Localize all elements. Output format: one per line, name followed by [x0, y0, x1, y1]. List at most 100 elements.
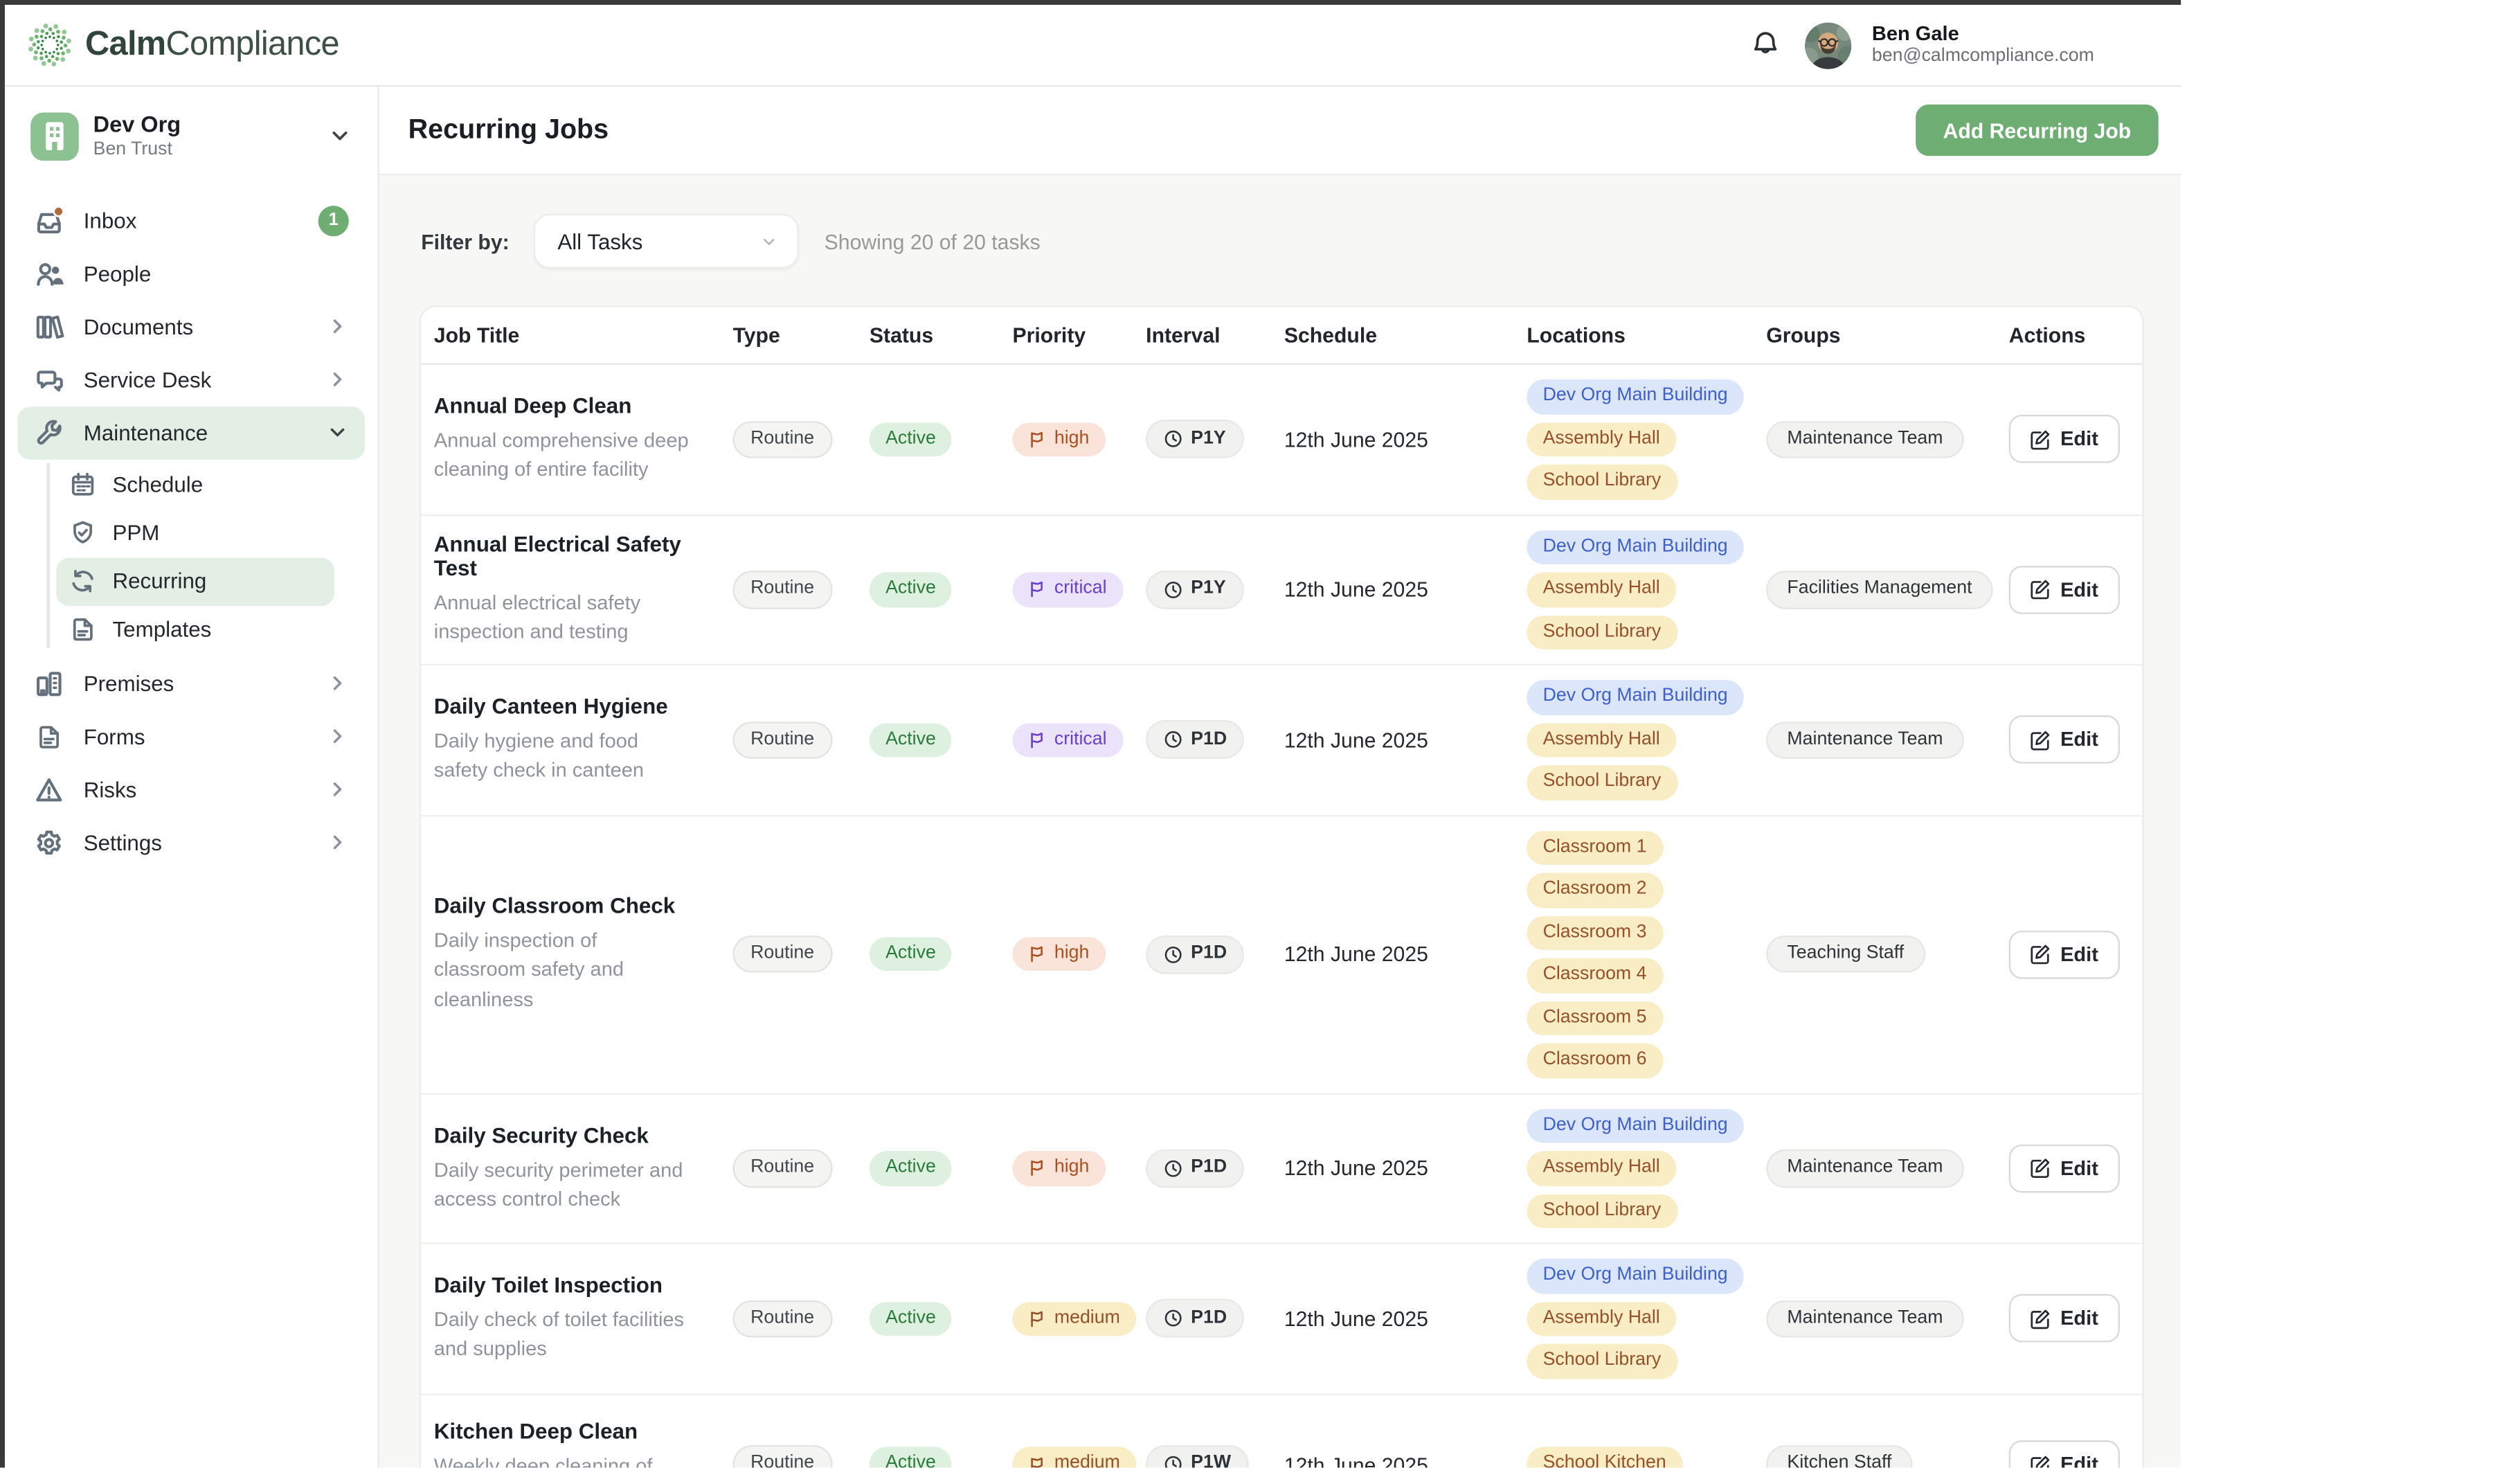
type-cell: Routine [720, 1446, 856, 1468]
sidebar-item-forms[interactable]: Forms [18, 710, 365, 763]
type-cell: Routine [720, 420, 856, 458]
location-pill: Classroom 1 [1527, 830, 1662, 865]
edit-button[interactable]: Edit [2009, 1294, 2119, 1343]
edit-button[interactable]: Edit [2009, 1440, 2119, 1468]
table-header-row: Job TitleTypeStatusPriorityIntervalSched… [421, 307, 2142, 365]
location-pill: School Kitchen [1527, 1447, 1682, 1468]
brand-name: CalmCompliance [85, 26, 339, 64]
job-title: Daily Classroom Check [434, 894, 708, 918]
groups-cell: Facilities Management [1754, 571, 1997, 609]
sidebar-item-label: PPM [113, 521, 160, 545]
inbox-icon [34, 205, 64, 235]
sidebar-item-settings[interactable]: Settings [18, 816, 365, 869]
locations-cell: Dev Org Main BuildingAssembly HallSchool… [1514, 530, 1754, 650]
chat-icon [34, 364, 64, 395]
org-name: Dev Org [93, 111, 181, 138]
priority-badge: critical [1013, 572, 1123, 607]
type-badge: Routine [733, 721, 832, 759]
table-row: Daily Classroom CheckDaily inspection of… [421, 814, 2142, 1093]
interval-badge: P1D [1146, 721, 1244, 760]
edit-button[interactable]: Edit [2009, 716, 2119, 764]
flag-icon [1029, 1456, 1047, 1468]
location-pill: Assembly Hall [1527, 722, 1676, 757]
priority-cell: medium [1000, 1301, 1133, 1336]
sidebar-item-risks[interactable]: Risks [18, 763, 365, 816]
recurring-jobs-table: Job TitleTypeStatusPriorityIntervalSched… [420, 305, 2144, 1468]
column-header-job-title: Job Title [421, 323, 720, 348]
chevron-right-icon [326, 725, 349, 748]
type-badge: Routine [733, 571, 832, 609]
sidebar-item-service-desk[interactable]: Service Desk [18, 353, 365, 406]
edit-button[interactable]: Edit [2009, 1144, 2119, 1192]
sidebar-item-maintenance[interactable]: Maintenance [18, 406, 365, 459]
job-title-cell: Annual Electrical Safety TestAnnual elec… [421, 532, 720, 647]
notifications-bell-icon[interactable] [1748, 27, 1783, 62]
wrench-icon [34, 418, 64, 448]
type-cell: Routine [720, 1300, 856, 1338]
user-info[interactable]: Ben Gale ben@calmcompliance.com [1872, 22, 2094, 68]
type-badge: Routine [733, 420, 832, 458]
sidebar-item-label: Settings [84, 830, 162, 854]
window-frame-top [0, 0, 2181, 5]
schedule-cell: 12th June 2025 [1271, 1156, 1514, 1181]
sidebar-item-inbox[interactable]: Inbox1 [18, 194, 365, 247]
status-badge: Active [870, 422, 952, 456]
schedule-cell: 12th June 2025 [1271, 578, 1514, 602]
table-row: Kitchen Deep CleanWeekly deep cleaning o… [421, 1393, 2142, 1468]
clock-icon [1164, 731, 1183, 750]
sidebar-item-premises[interactable]: Premises [18, 657, 365, 710]
group-badge: Facilities Management [1766, 571, 1992, 609]
table-body: Annual Deep CleanAnnual comprehensive de… [421, 365, 2142, 1468]
sidebar-item-people[interactable]: People [18, 247, 365, 301]
location-pill: Classroom 6 [1527, 1044, 1662, 1078]
user-avatar[interactable] [1804, 21, 1851, 68]
org-selector[interactable]: Dev Org Ben Trust [18, 101, 365, 171]
priority-badge: medium [1013, 1447, 1137, 1468]
job-title: Annual Deep Clean [434, 394, 708, 418]
edit-button[interactable]: Edit [2009, 930, 2119, 978]
sidebar-item-documents[interactable]: Documents [18, 300, 365, 353]
user-name: Ben Gale [1872, 22, 2094, 45]
location-pill: School Library [1527, 765, 1677, 800]
add-recurring-job-button[interactable]: Add Recurring Job [1916, 105, 2159, 156]
group-badge: Teaching Staff [1766, 935, 1925, 973]
status-badge: Active [870, 722, 952, 757]
status-badge: Active [870, 1447, 952, 1468]
type-badge: Routine [733, 1149, 832, 1188]
interval-badge: P1Y [1146, 571, 1243, 609]
chevron-right-icon [326, 315, 349, 338]
edit-icon [2030, 1308, 2051, 1329]
clock-icon [1164, 1309, 1183, 1328]
job-title-cell: Annual Deep CleanAnnual comprehensive de… [421, 394, 720, 485]
task-filter-dropdown[interactable]: All Tasks [533, 214, 798, 269]
table-row: Daily Security CheckDaily security perim… [421, 1092, 2142, 1242]
actions-cell: Edit [1996, 930, 2120, 978]
job-title-cell: Daily Toilet InspectionDaily check of to… [421, 1273, 720, 1364]
top-bar: CalmCompliance [5, 5, 2181, 87]
sidebar-item-ppm[interactable]: PPM [56, 509, 334, 557]
brand-logo[interactable]: CalmCompliance [26, 21, 339, 69]
edit-button[interactable]: Edit [2009, 566, 2119, 614]
flag-icon [1029, 1159, 1047, 1177]
type-cell: Routine [720, 935, 856, 973]
interval-badge: P1D [1146, 1149, 1244, 1188]
sidebar: Dev Org Ben Trust Inbox1PeopleDocumentsS… [5, 87, 379, 1468]
sidebar-item-label: Templates [113, 618, 212, 642]
edit-button[interactable]: Edit [2009, 415, 2119, 464]
priority-cell: critical [1000, 722, 1133, 757]
location-pill: Assembly Hall [1527, 1151, 1676, 1185]
status-badge: Active [870, 1151, 952, 1185]
groups-cell: Kitchen Staff [1754, 1446, 1997, 1468]
sidebar-item-recurring[interactable]: Recurring [56, 557, 334, 606]
edit-icon [2030, 944, 2051, 965]
location-pill: School Library [1527, 1194, 1677, 1228]
edit-icon [2030, 579, 2051, 600]
sidebar-item-templates[interactable]: Templates [56, 605, 334, 654]
schedule-cell: 12th June 2025 [1271, 1452, 1514, 1468]
location-pill: Assembly Hall [1527, 422, 1676, 456]
sidebar-item-schedule[interactable]: Schedule [56, 460, 334, 509]
flag-icon [1029, 581, 1047, 599]
group-badge: Maintenance Team [1766, 1149, 1963, 1188]
status-cell: Active [856, 572, 1000, 607]
library-icon [34, 311, 64, 341]
